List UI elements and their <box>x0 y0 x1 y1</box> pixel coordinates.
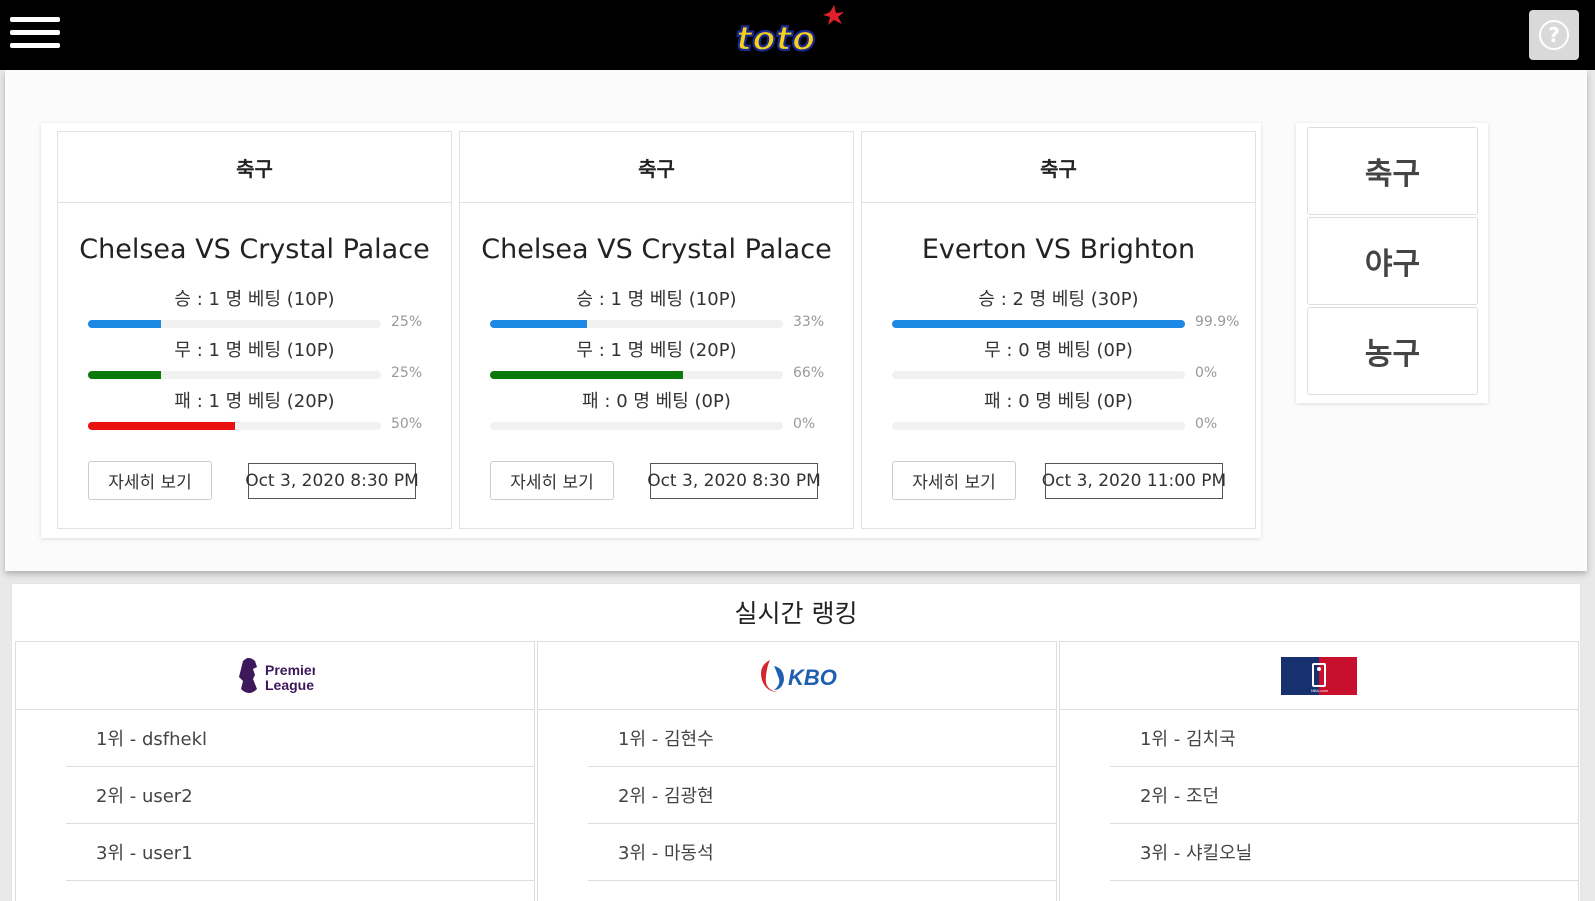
bet-win-percent: 99.9% <box>1195 314 1240 330</box>
ranking-row[interactable]: 3위 - user1 <box>66 824 534 881</box>
svg-text:NBA.com: NBA.com <box>1311 688 1329 693</box>
bet-bar-fill <box>892 320 1185 328</box>
game-date: Oct 3, 2020 11:00 PM <box>1042 463 1226 499</box>
bet-draw-bar <box>88 371 381 379</box>
bet-draw-percent: 25% <box>391 365 423 381</box>
bet-win-bar <box>490 320 783 328</box>
game-sport-label: 축구 <box>862 132 1255 203</box>
bet-win-label: 승 : 2 명 베팅 (30P) <box>978 289 1139 310</box>
detail-button[interactable]: 자세히 보기 <box>892 461 1016 500</box>
ranking-column-premier-league: Premier League 1위 - dsfhekl 2위 - user2 3… <box>15 641 535 901</box>
bet-bar-fill <box>490 320 587 328</box>
game-date: Oct 3, 2020 8:30 PM <box>245 463 419 499</box>
ranking-column-nba: NBA.com 1위 - 김치국 2위 - 조던 3위 - 샤킬오닐 <box>1059 641 1579 901</box>
bet-lose-bar <box>88 422 381 430</box>
sports-menu: 축구 야구 농구 <box>1296 123 1488 403</box>
bet-bar-fill <box>88 320 162 328</box>
bet-draw-percent: 0% <box>1195 365 1218 381</box>
bet-lose-label: 패 : 0 명 베팅 (0P) <box>582 391 731 412</box>
game-date: Oct 3, 2020 8:30 PM <box>647 463 821 499</box>
bet-draw-percent: 66% <box>793 365 825 381</box>
ranking-column-kbo: KBO 1위 - 김현수 2위 - 김광현 3위 - 마동석 <box>537 641 1057 901</box>
bet-win-label: 승 : 1 명 베팅 (10P) <box>576 289 737 310</box>
bet-bar-fill <box>88 422 235 430</box>
bet-bar-fill <box>490 371 684 379</box>
help-button[interactable]: ? <box>1529 10 1579 60</box>
bet-lose-percent: 50% <box>391 416 423 432</box>
detail-button[interactable]: 자세히 보기 <box>88 461 212 500</box>
ranking-row[interactable]: 2위 - 김광현 <box>588 767 1056 824</box>
sports-menu-basketball[interactable]: 농구 <box>1307 307 1478 395</box>
bet-draw-label: 무 : 0 명 베팅 (0P) <box>984 340 1133 361</box>
svg-text:toto: toto <box>736 19 815 56</box>
game-card: 축구 Chelsea VS Crystal Palace 승 : 1 명 베팅 … <box>459 131 854 529</box>
bet-lose-percent: 0% <box>793 416 816 432</box>
bet-win-percent: 25% <box>391 314 423 330</box>
bet-lose-percent: 0% <box>1195 416 1218 432</box>
toto-logo[interactable]: toto <box>732 4 858 56</box>
svg-text:League: League <box>265 677 314 693</box>
sports-menu-baseball[interactable]: 야구 <box>1307 217 1478 305</box>
bet-draw-label: 무 : 1 명 베팅 (20P) <box>576 340 737 361</box>
bet-lose-bar <box>490 422 783 430</box>
ranking-panel: 실시간 랭킹 Premier League 1위 - dsfhekl 2위 - … <box>11 583 1581 901</box>
game-sport-label: 축구 <box>58 132 451 203</box>
ranking-row[interactable]: 1위 - 김현수 <box>588 710 1056 767</box>
game-title: Chelsea VS Crystal Palace <box>79 234 430 265</box>
bet-draw-bar <box>892 371 1185 379</box>
bet-lose-label: 패 : 0 명 베팅 (0P) <box>984 391 1133 412</box>
ranking-row[interactable]: 1위 - dsfhekl <box>66 710 534 767</box>
bet-lose-bar <box>892 422 1185 430</box>
bet-draw-bar <box>490 371 783 379</box>
ranking-row[interactable]: 1위 - 김치국 <box>1110 710 1578 767</box>
sports-menu-soccer[interactable]: 축구 <box>1307 127 1478 215</box>
bet-win-percent: 33% <box>793 314 825 330</box>
game-sport-label: 축구 <box>460 132 853 203</box>
premier-league-logo: Premier League <box>239 657 315 693</box>
bet-lose-label: 패 : 1 명 베팅 (20P) <box>174 391 335 412</box>
bet-win-bar <box>892 320 1185 328</box>
bet-draw-label: 무 : 1 명 베팅 (10P) <box>174 340 335 361</box>
game-card: 축구 Everton VS Brighton 승 : 2 명 베팅 (30P) … <box>861 131 1256 529</box>
ranking-row[interactable]: 3위 - 마동석 <box>588 824 1056 881</box>
game-title: Everton VS Brighton <box>921 234 1196 265</box>
svg-text:KBO: KBO <box>788 665 837 690</box>
ranking-title: 실시간 랭킹 <box>734 599 858 628</box>
nba-logo: NBA.com <box>1281 656 1357 695</box>
ranking-row[interactable]: 2위 - user2 <box>66 767 534 824</box>
games-container: 축구 Chelsea VS Crystal Palace 승 : 1 명 베팅 … <box>41 123 1261 538</box>
game-title: Chelsea VS Crystal Palace <box>481 234 832 265</box>
top-navbar: toto ? <box>0 0 1595 70</box>
detail-button[interactable]: 자세히 보기 <box>490 461 614 500</box>
ranking-row[interactable]: 3위 - 샤킬오닐 <box>1110 824 1578 881</box>
bet-win-bar <box>88 320 381 328</box>
bet-win-label: 승 : 1 명 베팅 (10P) <box>174 289 335 310</box>
bet-bar-fill <box>88 371 162 379</box>
hamburger-icon[interactable] <box>10 17 60 53</box>
game-card: 축구 Chelsea VS Crystal Palace 승 : 1 명 베팅 … <box>57 131 452 529</box>
kbo-logo: KBO <box>761 659 837 692</box>
svg-text:Premier: Premier <box>265 662 315 678</box>
question-icon: ? <box>1539 20 1569 50</box>
ranking-row[interactable]: 2위 - 조던 <box>1110 767 1578 824</box>
